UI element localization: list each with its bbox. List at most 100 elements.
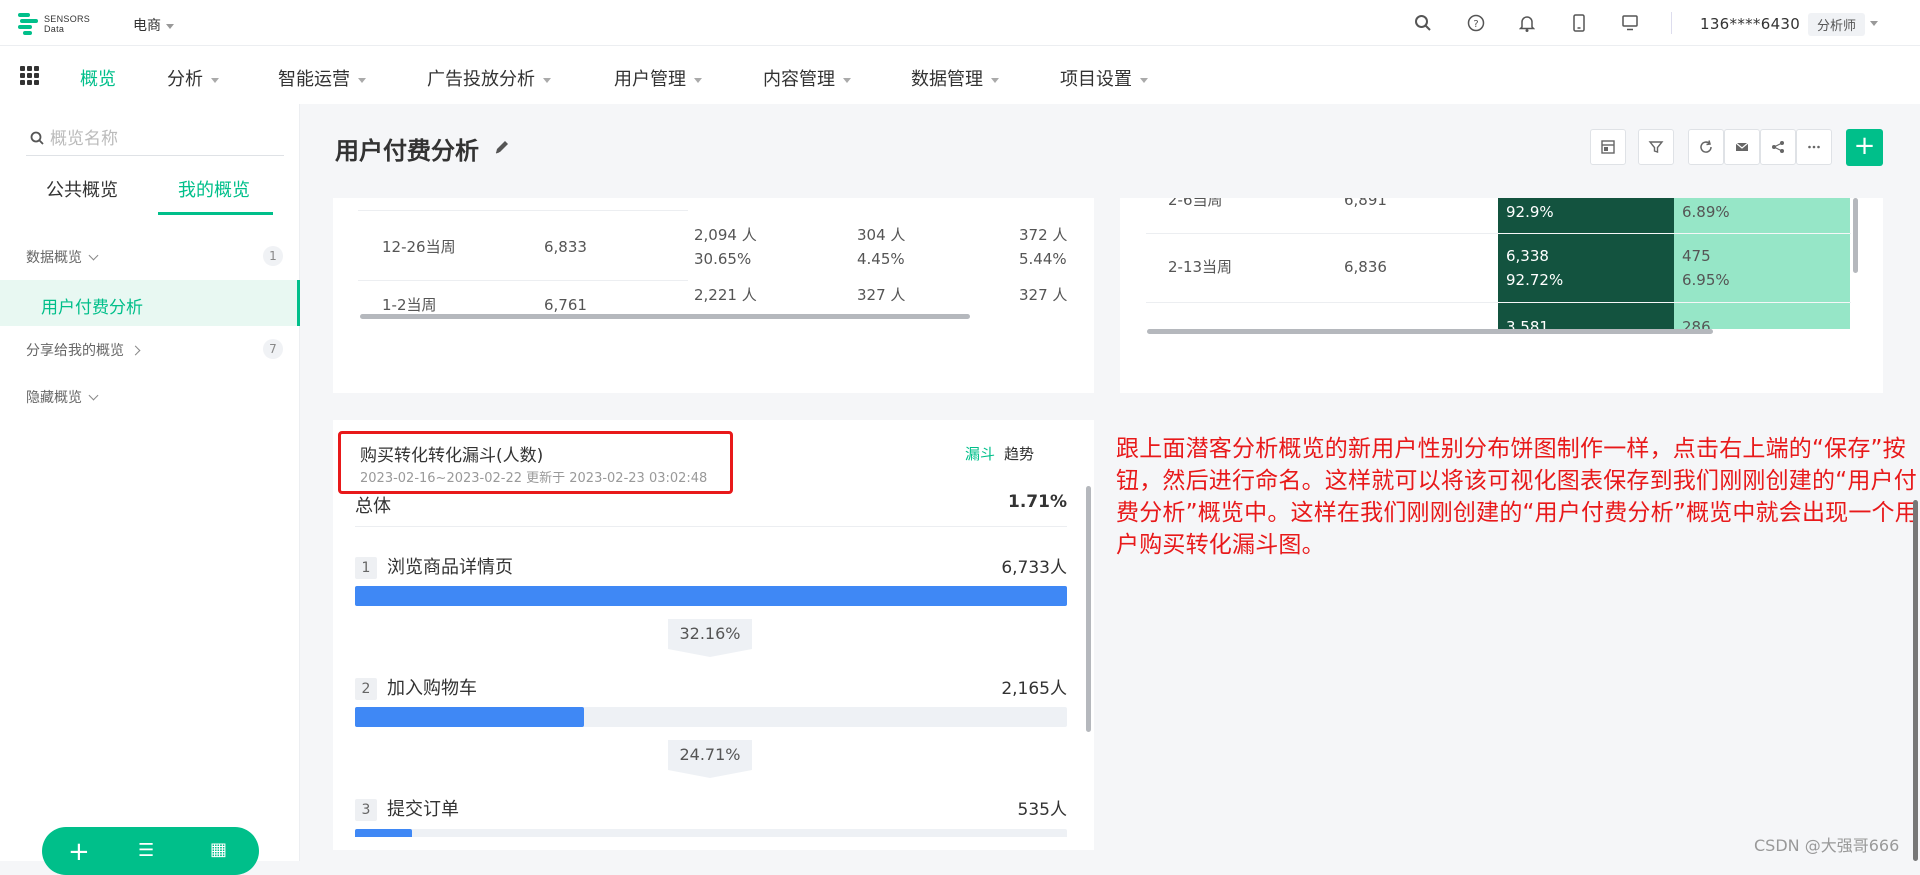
sidebar-item-user-payment[interactable]: 用户付费分析 (0, 280, 300, 326)
caret-down-icon (166, 23, 174, 29)
tab-my-overview[interactable]: 我的概览 (178, 176, 250, 202)
caret-down-icon (843, 77, 851, 83)
sensors-data-logo[interactable]: SENSORS Data (18, 11, 118, 37)
nav-label: 数据管理 (911, 69, 983, 90)
funnel-step-value: 535人 (1017, 800, 1067, 820)
nav-label: 分析 (167, 69, 203, 90)
retention-count: 3,581 (1506, 318, 1549, 329)
group-count-badge: 7 (263, 339, 283, 359)
step-name: 浏览商品详情页 (387, 557, 513, 578)
role-caret-icon[interactable] (1870, 21, 1878, 26)
plus-icon: + (1853, 131, 1876, 161)
edit-pencil-icon[interactable] (493, 138, 511, 156)
chevron-right-icon (130, 345, 141, 356)
conversion-badge: 24.71% (668, 740, 752, 780)
retention-rate: 92.72% (1506, 271, 1564, 289)
retention-rate: 5.44% (1019, 250, 1067, 268)
search-icon[interactable] (1412, 12, 1434, 34)
nav-item-analysis[interactable]: 分析 (167, 65, 219, 91)
nav-item-content-mgmt[interactable]: 内容管理 (763, 65, 851, 91)
funnel-step-value: 2,165人 (1001, 679, 1067, 699)
group-count-badge: 1 (263, 246, 283, 266)
header-divider (1671, 12, 1672, 34)
retention-table-left: 12-26当周 6,833 2,094 人 30.65% 304 人 4.45%… (333, 198, 1094, 393)
email-button[interactable] (1724, 129, 1760, 165)
arrow-down-icon (668, 649, 752, 657)
nav-label: 智能运营 (278, 69, 350, 90)
funnel-vertical-scrollbar[interactable] (1086, 486, 1091, 732)
nav-item-overview[interactable]: 概览 (80, 65, 116, 91)
share-icon (1772, 141, 1784, 153)
group-hidden-overview[interactable]: 隐藏概览 (26, 387, 99, 407)
caret-down-icon (1140, 77, 1148, 83)
row-total: 6,833 (544, 238, 587, 256)
nav-item-user-mgmt[interactable]: 用户管理 (614, 65, 702, 91)
page-scrollbar[interactable] (1913, 500, 1918, 861)
search-icon (30, 131, 44, 145)
row-divider (1498, 233, 1850, 234)
funnel-bar (355, 829, 412, 837)
funnel-step-label: 2 加入购物车 (355, 674, 477, 700)
row-date: 1-2当周 (382, 296, 437, 312)
project-switcher[interactable]: 电商 (133, 15, 174, 35)
logo-mark-icon (18, 13, 38, 35)
refresh-button[interactable] (1688, 129, 1724, 165)
more-button[interactable] (1796, 129, 1832, 165)
list-icon[interactable]: ☰ (138, 840, 154, 861)
horizontal-scrollbar[interactable] (1147, 329, 1713, 334)
group-label: 数据概览 (26, 250, 82, 266)
conversion-rate: 32.16% (668, 619, 752, 649)
tab-public-overview[interactable]: 公共概览 (46, 176, 118, 202)
monitor-icon[interactable] (1619, 12, 1641, 34)
help-icon[interactable]: ? (1465, 12, 1487, 34)
horizontal-scrollbar[interactable] (360, 314, 970, 319)
group-label: 隐藏概览 (26, 390, 82, 406)
chevron-down-icon (88, 250, 99, 261)
nav-item-smart-ops[interactable]: 智能运营 (278, 65, 366, 91)
filter-button[interactable] (1638, 129, 1674, 165)
nav-item-project-settings[interactable]: 项目设置 (1060, 65, 1148, 91)
main-nav: 概览 分析 智能运营 广告投放分析 用户管理 内容管理 数据管理 项目设置 (0, 46, 1920, 104)
funnel-bar-track (355, 829, 1067, 837)
logo-line2: Data (44, 24, 65, 34)
add-chart-button[interactable]: + (1846, 129, 1883, 166)
refresh-icon (1700, 140, 1712, 153)
funnel-step-label: 1 浏览商品详情页 (355, 553, 513, 579)
arrow-down-icon (668, 770, 752, 778)
row-date: 12-26当周 (382, 238, 456, 256)
tab-trend[interactable]: 趋势 (1004, 443, 1034, 464)
display-mode-button[interactable] (1590, 129, 1626, 165)
highlight-box (338, 431, 733, 494)
plus-icon[interactable]: + (68, 837, 90, 867)
retention-count: 304 人 (857, 226, 906, 244)
retention-rate: 6.95% (1682, 271, 1730, 289)
caret-down-icon (543, 77, 551, 83)
row-total: 6,761 (544, 296, 587, 312)
caret-down-icon (358, 77, 366, 83)
active-tab-indicator (158, 212, 273, 215)
role-badge[interactable]: 分析师 (1808, 13, 1866, 36)
svg-text:?: ? (1473, 19, 1478, 30)
group-shared-with-me[interactable]: 分享给我的概览 (26, 340, 141, 360)
nav-item-ad-analysis[interactable]: 广告投放分析 (427, 65, 551, 91)
nav-item-data-mgmt[interactable]: 数据管理 (911, 65, 999, 91)
bell-icon[interactable] (1516, 12, 1538, 34)
retention-count: 2,221 人 (694, 286, 757, 304)
page-title: 用户付费分析 (335, 137, 479, 165)
retention-rate: 4.45% (857, 250, 905, 268)
grid-icon[interactable]: ▦ (210, 839, 227, 860)
share-button[interactable] (1760, 129, 1796, 165)
filter-icon (1648, 141, 1664, 153)
overview-search-input[interactable] (50, 128, 270, 150)
chevron-down-icon (88, 390, 99, 401)
caret-down-icon (211, 77, 219, 83)
apps-grid-icon[interactable] (20, 66, 39, 85)
retention-count: 6,338 (1506, 247, 1549, 265)
mobile-icon[interactable] (1568, 12, 1590, 34)
account-name[interactable]: 136****6430 (1700, 15, 1800, 33)
vertical-scrollbar[interactable] (1853, 198, 1858, 273)
row-divider (358, 210, 688, 211)
tab-funnel[interactable]: 漏斗 (965, 443, 995, 464)
retention-count: 286 (1682, 318, 1711, 329)
group-data-overview[interactable]: 数据概览 (26, 247, 99, 267)
